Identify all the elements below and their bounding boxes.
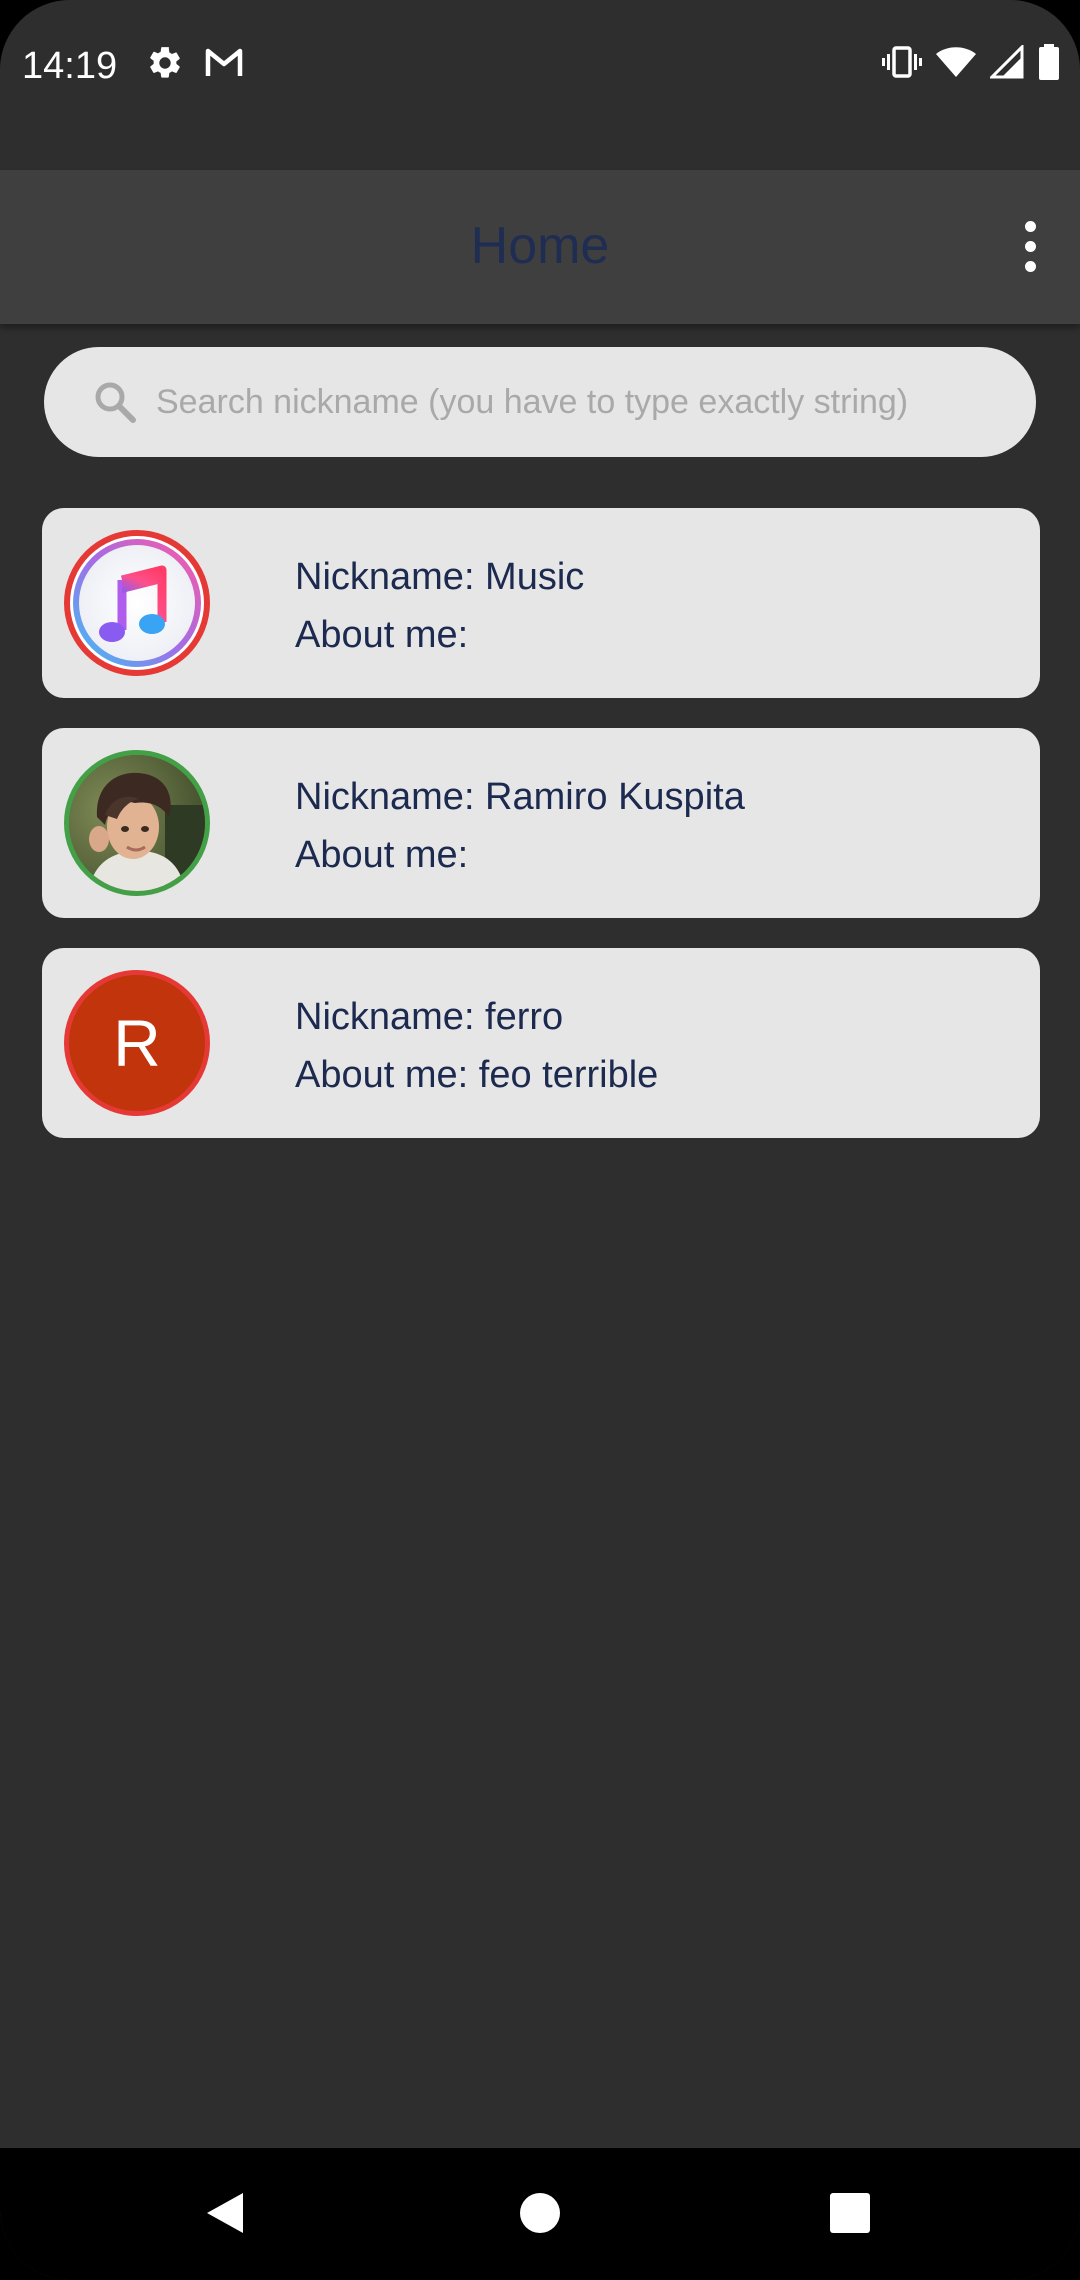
- navigation-bar: [0, 2148, 1080, 2280]
- more-vert-icon-dot: [1024, 260, 1036, 272]
- user-list: Nickname: Music About me: Nickname: Rami…: [42, 508, 1040, 1168]
- user-info: Nickname: Ramiro Kuspita About me:: [295, 768, 745, 884]
- avatar: [64, 530, 210, 676]
- recents-icon: [830, 2193, 870, 2233]
- status-right-icons: [882, 43, 1060, 85]
- signal-icon: [988, 43, 1024, 84]
- status-left-icons: [146, 44, 244, 87]
- phone-screen: 14:19 Home Search nickname (you have to …: [0, 0, 1080, 2280]
- user-nickname: Nickname: Ramiro Kuspita: [295, 776, 745, 818]
- vibrate-icon: [882, 45, 922, 84]
- settings-icon: [146, 44, 184, 87]
- avatar: R: [64, 970, 210, 1116]
- home-button[interactable]: [505, 2178, 575, 2248]
- app-bar: Home: [0, 170, 1080, 324]
- user-nickname: Nickname: ferro: [295, 996, 564, 1038]
- user-card-music[interactable]: Nickname: Music About me:: [42, 508, 1040, 698]
- user-info: Nickname: Music About me:: [295, 548, 584, 664]
- user-about: About me:: [295, 614, 469, 656]
- search-bar[interactable]: [44, 347, 1036, 457]
- wifi-icon: [936, 45, 976, 84]
- battery-icon: [1038, 44, 1060, 85]
- user-info: Nickname: ferro About me: feo terrible: [295, 988, 658, 1104]
- recents-button[interactable]: [815, 2178, 885, 2248]
- status-time: 14:19: [22, 45, 118, 87]
- music-app-icon: [73, 539, 201, 667]
- page-title: Home: [470, 217, 610, 275]
- search-input[interactable]: [112, 347, 962, 457]
- status-bar: 14:19: [0, 0, 1080, 134]
- home-icon: [520, 2193, 560, 2233]
- user-about: About me: feo terrible: [295, 1054, 659, 1096]
- more-vert-icon-dot: [1024, 240, 1036, 252]
- gmail-icon: [204, 46, 244, 85]
- back-button[interactable]: [190, 2178, 260, 2248]
- more-options-button[interactable]: [998, 214, 1062, 278]
- user-card-ramiro-kuspita[interactable]: Nickname: Ramiro Kuspita About me:: [42, 728, 1040, 918]
- user-nickname: Nickname: Music: [295, 556, 585, 598]
- user-about: About me:: [295, 834, 469, 876]
- avatar: [64, 750, 210, 896]
- more-vert-icon: [1024, 220, 1036, 232]
- user-card-ferro[interactable]: R Nickname: ferro About me: feo terrible: [42, 948, 1040, 1138]
- back-icon: [207, 2193, 243, 2233]
- profile-photo: [69, 755, 205, 891]
- avatar-letter: R: [113, 1006, 161, 1080]
